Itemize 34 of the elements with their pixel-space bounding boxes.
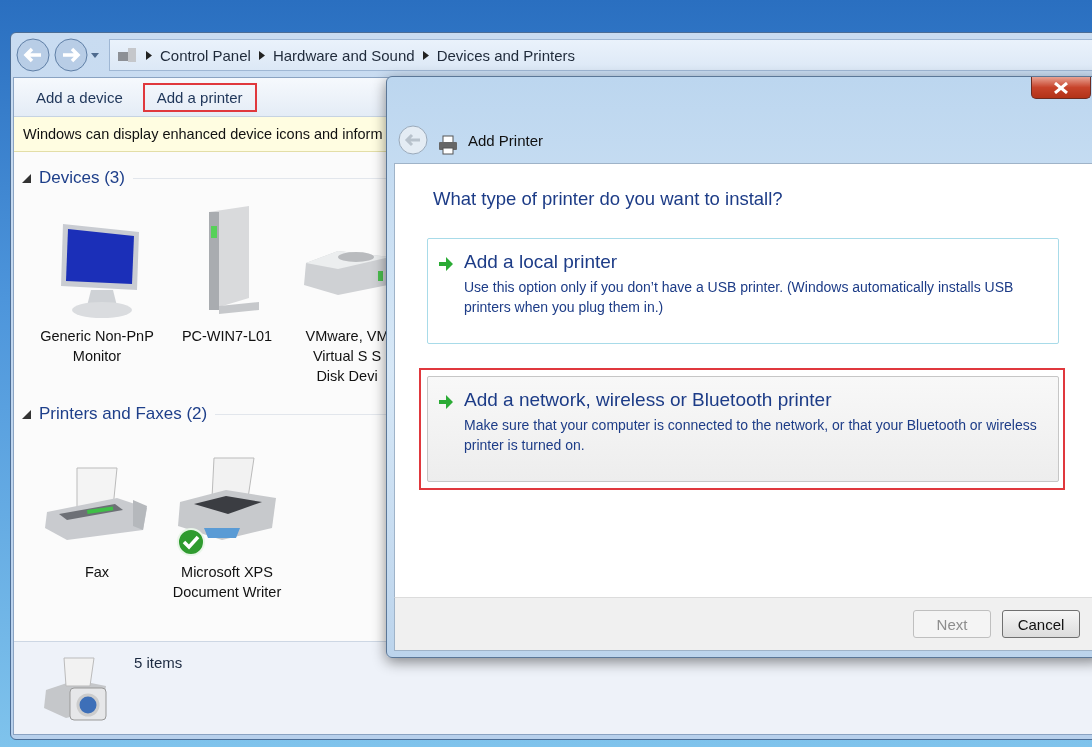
back-button[interactable] [15,37,51,73]
dialog-button[interactable]: Cancel [1002,610,1080,638]
group-title: Devices (3) [39,168,125,188]
arrow-icon [438,394,454,410]
forward-button[interactable] [53,37,89,73]
toolbar-button[interactable]: Add a printer [142,82,257,112]
option-button[interactable]: Add a local printer Use this option only if you don’t have a USB printer. (Windows automatically installs USB printers when you plug them in.) [427,238,1059,344]
printer-icon [438,135,458,155]
chevron-icon [422,50,429,60]
close-button[interactable] [1031,77,1091,99]
close-icon [1053,81,1069,94]
expand-icon[interactable] [22,173,31,183]
dialog-title: Add Printer [468,132,544,149]
breadcrumb[interactable]: Control Panel [160,46,251,64]
device-label: Generic Non-PnP Monitor [40,327,154,366]
arrow-icon [438,256,454,272]
expand-icon[interactable] [22,409,31,419]
chevron-icon [258,50,265,60]
breadcrumb[interactable]: Devices and Printers [436,46,576,64]
option-button[interactable]: Add a network, wireless or Bluetooth printer Make sure that your computer is connected to the network, or that your Bluetooth or wireless printer is turned on. [427,376,1059,482]
toolbar-button[interactable]: Add a device [22,82,137,112]
device-label: Microsoft XPS Document Writer [172,563,282,602]
device-label: PC-WIN7-L01 [181,327,273,346]
devices-icon [116,46,138,64]
dropdown-icon[interactable] [91,52,99,58]
dialog-heading: What type of printer do you want to install? [433,188,784,210]
printer-icon [177,457,277,541]
device-label: Fax [84,563,110,582]
address-bar[interactable]: Control Panel Hardware and Sound Devices and Printers [109,39,1092,71]
info-text: Windows can display enhanced device icons and inform [23,126,383,142]
group-title: Printers and Faxes (2) [39,404,208,424]
breadcrumb[interactable]: Hardware and Sound [272,46,415,64]
chevron-icon [146,50,152,60]
item-count: 5 items [134,654,183,671]
